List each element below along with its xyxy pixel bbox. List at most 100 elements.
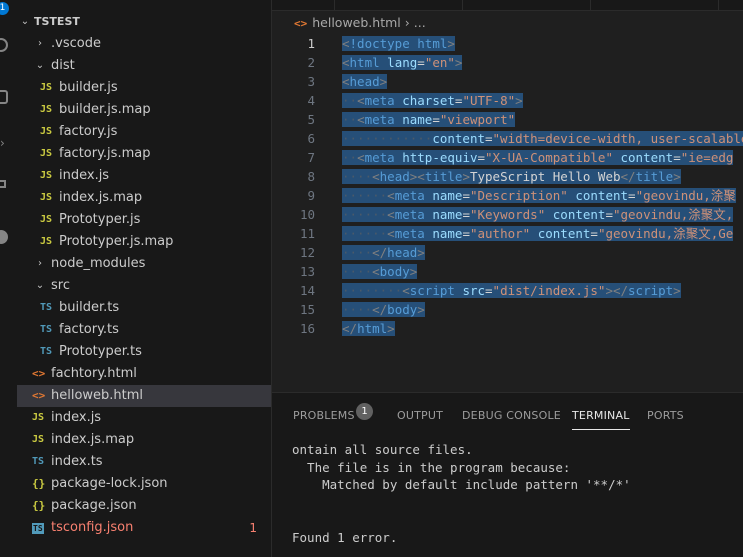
folder-label: dist xyxy=(51,58,75,73)
code-token: "geovindu,涂聚文, xyxy=(612,207,734,222)
file-item[interactable]: JS index.js.map xyxy=(17,429,271,451)
source-control-icon[interactable] xyxy=(0,90,8,104)
breadcrumb[interactable]: <> helloweb.html ›... xyxy=(294,13,426,33)
file-item[interactable]: JS index.js xyxy=(17,165,271,187)
code-line[interactable]: 11 ······<meta name="author" content="geo… xyxy=(272,224,743,243)
breadcrumb-more[interactable]: ... xyxy=(414,15,426,30)
file-item[interactable]: <> fachtory.html xyxy=(17,363,271,385)
file-item[interactable]: JS factory.js.map xyxy=(17,143,271,165)
whitespace-marker: ·· xyxy=(342,112,358,127)
account-icon[interactable] xyxy=(0,230,8,244)
terminal-line: Found 1 error. xyxy=(292,529,398,545)
file-item[interactable]: JS builder.js.map xyxy=(17,99,271,121)
code-token: html xyxy=(417,36,448,51)
code-token: head xyxy=(379,169,410,184)
folder-src[interactable]: ⌄ src xyxy=(17,275,271,297)
selection-highlight: ············content="width=device-width,… xyxy=(342,131,743,146)
explorer-root[interactable]: ⌄ TSTEST xyxy=(17,11,271,33)
folder-node-modules[interactable]: › node_modules xyxy=(17,253,271,275)
file-item[interactable]: {} package.json xyxy=(17,495,271,517)
json-file-icon: {} xyxy=(32,499,46,512)
selection-highlight: <head> xyxy=(342,74,388,89)
file-item[interactable]: TS index.ts xyxy=(17,451,271,473)
code-line[interactable]: 12 ····</head> xyxy=(272,243,743,262)
html-file-icon: <> xyxy=(294,17,308,30)
line-text: ······<meta name="Description" content="… xyxy=(342,186,736,205)
code-token: </ xyxy=(372,245,388,260)
code-token: meta xyxy=(364,93,395,108)
file-item[interactable]: {} package-lock.json xyxy=(17,473,271,495)
code-line[interactable]: 16 </html> xyxy=(272,319,743,338)
code-line[interactable]: 6 ············content="width=device-width… xyxy=(272,129,743,148)
code-token: "Keywords" xyxy=(469,207,546,222)
code-line[interactable]: 3 <head> xyxy=(272,72,743,91)
selection-highlight: ········<script src="dist/index.js"></sc… xyxy=(342,283,681,298)
code-line[interactable]: 13 ····<body> xyxy=(272,262,743,281)
tab-ports[interactable]: PORTS xyxy=(647,405,684,427)
file-label: helloweb.html xyxy=(51,388,144,403)
tab-terminal[interactable]: TERMINAL xyxy=(572,405,630,430)
code-token: title xyxy=(424,169,463,184)
file-item[interactable]: JS index.js xyxy=(17,407,271,429)
folder--vscode[interactable]: › .vscode xyxy=(17,33,271,55)
line-text: ····</body> xyxy=(342,300,425,319)
code-token: </ xyxy=(372,302,388,317)
file-item[interactable]: JS Prototyper.js xyxy=(17,209,271,231)
breadcrumb-file[interactable]: helloweb.html xyxy=(312,15,401,30)
code-line[interactable]: 2 <html lang="en"> xyxy=(272,53,743,72)
code-token: name xyxy=(432,226,463,241)
code-token: </ xyxy=(342,321,358,336)
file-item[interactable]: TS builder.ts xyxy=(17,297,271,319)
code-line[interactable]: 7 ··<meta http-equiv="X-UA-Compatible" co… xyxy=(272,148,743,167)
run-debug-icon[interactable]: › xyxy=(0,136,5,150)
code-line[interactable]: 1 <!doctype html> xyxy=(272,34,743,53)
editor-area: <> helloweb.html ›... 1 <!doctype html> 2 <ht… xyxy=(272,0,743,392)
code-token: meta xyxy=(364,112,395,127)
selection-highlight: ····<body> xyxy=(342,264,418,279)
file-item[interactable]: TS tsconfig.json 1 xyxy=(17,517,271,539)
line-number: 2 xyxy=(307,55,315,70)
file-item[interactable]: JS index.js.map xyxy=(17,187,271,209)
chevron-right-icon: › xyxy=(38,258,42,269)
file-item[interactable]: JS Prototyper.js.map xyxy=(17,231,271,253)
extensions-icon[interactable] xyxy=(0,180,6,188)
line-number: 13 xyxy=(299,264,315,279)
file-item[interactable]: <> helloweb.html xyxy=(17,385,271,407)
tab-debug-console[interactable]: DEBUG CONSOLE xyxy=(462,405,561,427)
terminal-line: Matched by default include pattern '**/*… xyxy=(292,477,631,492)
code-token: content xyxy=(432,131,485,146)
selection-highlight: ····<head><title>TypeScript Hello Web</t… xyxy=(342,169,681,184)
file-item[interactable]: TS factory.ts xyxy=(17,319,271,341)
file-item[interactable]: JS factory.js xyxy=(17,121,271,143)
code-line[interactable]: 10 ······<meta name="Keywords" content="g… xyxy=(272,205,743,224)
code-line[interactable]: 4 ··<meta charset="UTF-8"> xyxy=(272,91,743,110)
file-label: index.js xyxy=(59,168,110,183)
line-number: 6 xyxy=(307,131,315,146)
file-label: fachtory.html xyxy=(51,366,137,381)
js-file-icon: JS xyxy=(40,236,53,247)
code-token: < xyxy=(357,150,365,165)
js-file-icon: JS xyxy=(32,412,45,423)
code-line[interactable]: 8 ····<head><title>TypeScript Hello Web</… xyxy=(272,167,743,186)
ts-file-icon: TS xyxy=(32,456,45,467)
file-label: Prototyper.js.map xyxy=(59,234,174,249)
search-icon[interactable] xyxy=(0,38,8,52)
bottom-panel: PROBLEMS 1 OUTPUT DEBUG CONSOLE TERMINAL PORT… xyxy=(272,392,743,557)
code-token: http-equiv xyxy=(402,150,478,165)
code-token: html xyxy=(357,321,388,336)
code-line[interactable]: 14 ········<script src="dist/index.js"></… xyxy=(272,281,743,300)
folder-dist[interactable]: ⌄ dist xyxy=(17,55,271,77)
code-line[interactable]: 15 ····</body> xyxy=(272,300,743,319)
line-text: ········<script src="dist/index.js"></sc… xyxy=(342,281,681,300)
tab-output[interactable]: OUTPUT xyxy=(397,405,443,427)
code-line[interactable]: 5 ··<meta name="viewport" xyxy=(272,110,743,129)
code-token: = xyxy=(477,150,486,165)
file-item[interactable]: JS builder.js xyxy=(17,77,271,99)
file-item[interactable]: TS Prototyper.ts xyxy=(17,341,271,363)
tab-problems[interactable]: PROBLEMS xyxy=(293,405,355,427)
line-number: 1 xyxy=(307,36,315,51)
code-line[interactable]: 9 ······<meta name="Description" content=… xyxy=(272,186,743,205)
file-label: package-lock.json xyxy=(51,476,168,491)
selection-highlight: <!doctype html> xyxy=(342,36,455,51)
